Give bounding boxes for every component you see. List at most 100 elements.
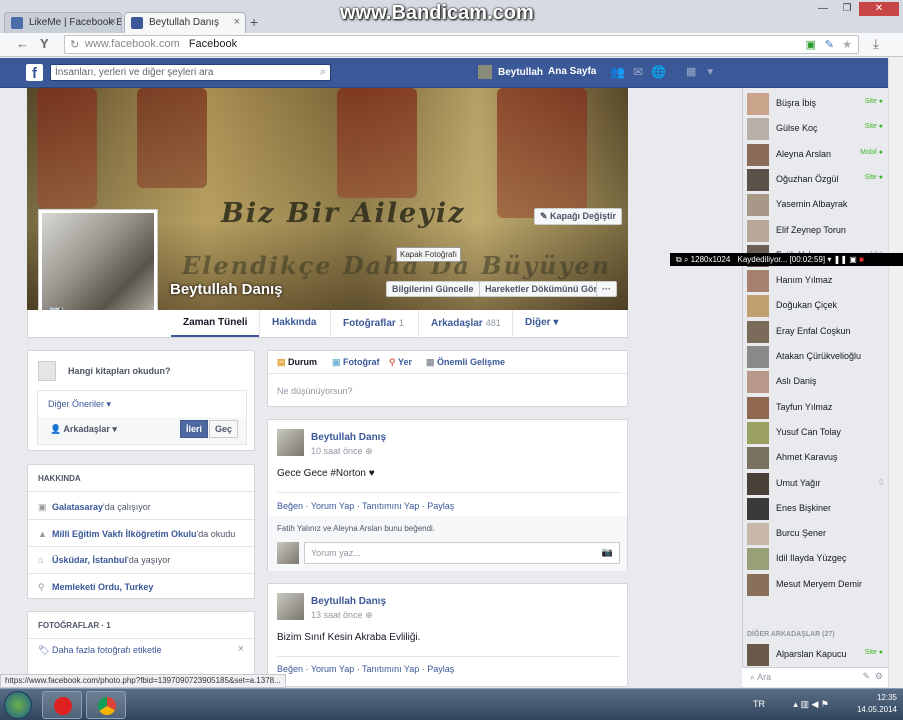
chat-user[interactable]: Burcu Şener: [747, 523, 885, 546]
update-info-button[interactable]: Bilgilerini Güncelle: [386, 281, 480, 297]
chat-user[interactable]: Hanım Yılmaz: [747, 270, 885, 293]
taskbar-yandex[interactable]: [42, 691, 82, 719]
close-tab-icon[interactable]: ×: [234, 16, 240, 28]
chat-user[interactable]: Yusuf Can Tolay: [747, 421, 885, 444]
volume-icon[interactable]: ◀: [811, 699, 818, 709]
post-likes[interactable]: Fatih Yalınız ve Aleyna Arslan bunu beğe…: [277, 524, 435, 533]
post-time[interactable]: 10 saat önce ⊕: [311, 446, 373, 457]
clock-time[interactable]: 12:35: [857, 692, 897, 704]
composer-tab-photo[interactable]: ▣ Fotoğraf: [332, 357, 380, 368]
tab-about[interactable]: Hakkında: [259, 310, 328, 337]
flag-icon[interactable]: ⚑: [821, 699, 829, 709]
search-icon[interactable]: ⌕: [320, 66, 326, 79]
more-button[interactable]: ···: [596, 281, 617, 297]
comment-input[interactable]: Yorum yaz... 📷: [304, 542, 620, 564]
camera-icon[interactable]: ▣: [849, 255, 857, 264]
settings-chevron-icon[interactable]: ▾: [707, 66, 713, 78]
dropdown-icon[interactable]: ▾: [827, 255, 831, 264]
search-input[interactable]: İnsanları, yerleri ve diğer şeyleri ara …: [50, 64, 331, 81]
address-bar[interactable]: ↻ www.facebook.com Facebook ▣ ✎ ★: [64, 35, 859, 54]
chat-user[interactable]: Alparslan Kapucu Site ●: [747, 644, 885, 666]
composer-tab-life-event[interactable]: ▦ Önemli Gelişme: [426, 357, 505, 368]
profile-name[interactable]: Beytullah Danış: [170, 281, 283, 298]
about-hometown[interactable]: ⚲ Memleketi Ordu, Turkey: [38, 582, 153, 593]
notifications-icon[interactable]: 🌐: [651, 65, 666, 79]
chat-user[interactable]: Tayfun Yılmaz: [747, 396, 885, 419]
chat-user[interactable]: Elif Zeynep Torun: [747, 219, 885, 242]
tab-friends[interactable]: Arkadaşlar 481: [418, 310, 513, 337]
new-tab-button[interactable]: +: [250, 14, 258, 30]
next-button[interactable]: İleri: [180, 420, 209, 438]
back-icon[interactable]: ←: [16, 36, 29, 51]
post-author[interactable]: Beytullah Danış: [311, 596, 386, 607]
chat-user[interactable]: Doğukan Çiçek: [747, 295, 885, 318]
composer-tab-place[interactable]: ⚲ Yer: [389, 357, 412, 368]
start-button[interactable]: [4, 691, 32, 719]
bookmark-star-icon[interactable]: ★: [842, 38, 852, 51]
change-cover-button[interactable]: ✎ Kapağı Değiştir: [534, 208, 623, 225]
chat-user[interactable]: Atakan Çürükvelioğlu: [747, 346, 885, 368]
privacy-icon[interactable]: ▦: [686, 66, 696, 78]
friend-requests-icon[interactable]: 👥: [610, 65, 625, 79]
home-link[interactable]: Ana Sayfa: [548, 66, 596, 77]
tab-more[interactable]: Diğer ▾: [512, 310, 570, 337]
chat-user[interactable]: Yasemin Albayrak: [747, 194, 885, 217]
profile-link[interactable]: Beytullah: [478, 65, 543, 79]
chat-user[interactable]: Aslı Daniş: [747, 371, 885, 394]
taskbar-chrome[interactable]: [86, 691, 126, 719]
tab-timeline[interactable]: Zaman Tüneli: [171, 310, 260, 337]
network-icon[interactable]: ▥: [800, 699, 809, 709]
chat-user[interactable]: Eray Enfal Coşkun: [747, 320, 885, 343]
activity-log-button[interactable]: Hareketler Dökümünü Gör: [479, 281, 604, 297]
language-indicator[interactable]: TR: [753, 698, 765, 710]
tag-photos-link[interactable]: 🏷 Daha fazla fotoğrafı etiketle: [38, 645, 162, 656]
composer-tab-status[interactable]: ▤ Durum: [277, 357, 317, 368]
clock-date[interactable]: 14.05.2014: [857, 704, 897, 716]
about-education[interactable]: ▲ Milli Eğitim Vakfı İlköğretim Okulu'da …: [38, 529, 235, 539]
chat-user[interactable]: Mesut Meryem Demir: [747, 573, 885, 596]
download-icon[interactable]: ⤓: [873, 36, 879, 52]
minimize-icon[interactable]: —: [811, 2, 835, 16]
post-avatar[interactable]: [277, 429, 304, 456]
status-icon: ▤: [277, 357, 286, 367]
tab-profile[interactable]: Beytullah Danış ×: [124, 12, 246, 33]
stop-icon[interactable]: ■: [859, 255, 864, 264]
extension-icon[interactable]: ✎: [825, 38, 834, 51]
close-icon[interactable]: ×: [238, 643, 244, 655]
chat-user[interactable]: Idil Ilayda Yüzgeç: [747, 548, 885, 571]
pause-icon[interactable]: ❚❚: [834, 255, 847, 264]
chat-user[interactable]: Enes Bişkiner: [747, 497, 885, 520]
chat-settings-icon[interactable]: ⚙: [875, 671, 883, 682]
chat-user[interactable]: Aleyna Arslan Mobil ●: [747, 143, 885, 166]
post-avatar[interactable]: [277, 593, 304, 620]
chat-user[interactable]: Umut Yağır ▯: [747, 472, 885, 495]
chat-user[interactable]: Gülse Koç Site ●: [747, 118, 885, 141]
chat-user[interactable]: Büşra İbiş Site ●: [747, 93, 885, 115]
camera-icon[interactable]: 📷: [602, 547, 613, 558]
status-input[interactable]: Ne düşünüyorsun?: [277, 386, 353, 396]
post-actions[interactable]: Beğen · Yorum Yap · Tanıtımını Yap · Pay…: [277, 501, 454, 511]
chevron-up-icon[interactable]: ▴: [793, 699, 798, 709]
post-time[interactable]: 13 saat önce ⊕: [311, 610, 373, 621]
close-tab-icon[interactable]: ×: [110, 16, 116, 28]
messages-icon[interactable]: ✉: [633, 65, 643, 79]
other-suggestions-dropdown[interactable]: Diğer Öneriler ▾: [48, 399, 111, 410]
close-window-icon[interactable]: ✕: [859, 2, 899, 16]
chat-user[interactable]: Oğuzhan Özgül Site ●: [747, 168, 885, 191]
maximize-icon[interactable]: ❐: [835, 2, 859, 16]
facebook-logo-icon[interactable]: f: [26, 64, 43, 82]
skip-button[interactable]: Geç: [209, 420, 239, 438]
yandex-icon[interactable]: Y: [40, 36, 49, 51]
new-message-icon[interactable]: ✎: [862, 671, 870, 682]
audience-selector[interactable]: 👤 Arkadaşlar ▾: [50, 424, 117, 435]
chat-user[interactable]: Ahmet Karavuş: [747, 447, 885, 470]
page-scrollbar[interactable]: [888, 58, 903, 688]
about-lives[interactable]: ⌂ Üsküdar, İstanbul'da yaşıyor: [38, 555, 170, 565]
about-work[interactable]: ▣ Galatasaray'da çalışıyor: [38, 502, 151, 513]
post-actions[interactable]: Beğen · Yorum Yap · Tanıtımını Yap · Pay…: [277, 664, 454, 674]
chat-search-input[interactable]: ⌕ Ara ✎ ⚙: [742, 667, 888, 687]
tab-photos[interactable]: Fotoğraflar 1: [330, 310, 416, 337]
post-author[interactable]: Beytullah Danış: [311, 432, 386, 443]
tab-likeme[interactable]: LikeMe | Facebook Be ×: [4, 12, 122, 33]
refresh-icon[interactable]: ↻: [70, 38, 79, 51]
